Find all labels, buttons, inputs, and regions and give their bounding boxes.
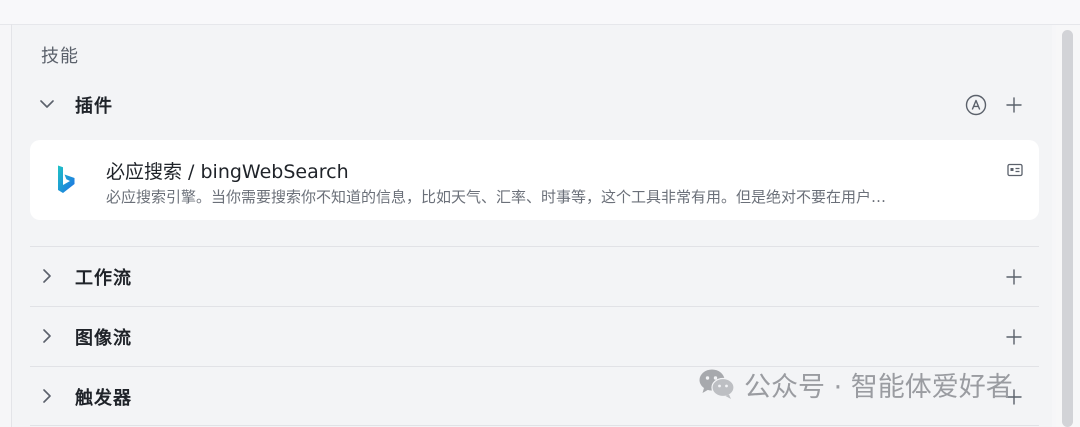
watermark: 公众号 · 智能体爱好者 bbox=[698, 366, 1013, 403]
divider bbox=[30, 425, 1039, 426]
group-workflow[interactable]: 工作流 bbox=[30, 247, 1039, 306]
skills-panel-page: 技能 插件 必应搜索 / bingWebSearch 必应搜索引擎。当你需要搜索… bbox=[0, 0, 1080, 427]
plugin-description: 必应搜索引擎。当你需要搜索你不知道的信息，比如天气、汇率、时事等，这个工具非常有… bbox=[106, 188, 887, 206]
group-label-trigger: 触发器 bbox=[75, 388, 132, 409]
group-label-plugins: 插件 bbox=[75, 96, 113, 117]
chevron-right-icon[interactable] bbox=[40, 389, 54, 403]
scrollbar-thumb[interactable] bbox=[1062, 30, 1073, 427]
chevron-right-icon[interactable] bbox=[40, 269, 54, 283]
chevron-right-icon[interactable] bbox=[40, 329, 54, 343]
group-plugins[interactable]: 插件 bbox=[30, 75, 1039, 134]
bing-logo bbox=[54, 164, 78, 196]
plus-icon[interactable] bbox=[1005, 268, 1023, 286]
plugin-name: 必应搜索 / bingWebSearch bbox=[106, 161, 349, 183]
card-details-icon[interactable] bbox=[1007, 163, 1023, 177]
chevron-down-icon[interactable] bbox=[40, 97, 54, 111]
group-label-imageflow: 图像流 bbox=[75, 328, 132, 349]
section-title: 技能 bbox=[41, 46, 79, 67]
plugin-card-bing[interactable]: 必应搜索 / bingWebSearch 必应搜索引擎。当你需要搜索你不知道的信… bbox=[30, 140, 1039, 220]
group-imageflow[interactable]: 图像流 bbox=[30, 307, 1039, 366]
wechat-icon bbox=[698, 368, 736, 400]
watermark-text: 公众号 · 智能体爱好者 bbox=[744, 371, 1013, 403]
plus-icon[interactable] bbox=[1005, 328, 1023, 346]
group-label-workflow: 工作流 bbox=[75, 268, 132, 289]
plus-icon[interactable] bbox=[1005, 96, 1023, 114]
top-strip bbox=[0, 0, 1080, 25]
circled-a-icon[interactable] bbox=[965, 94, 987, 116]
